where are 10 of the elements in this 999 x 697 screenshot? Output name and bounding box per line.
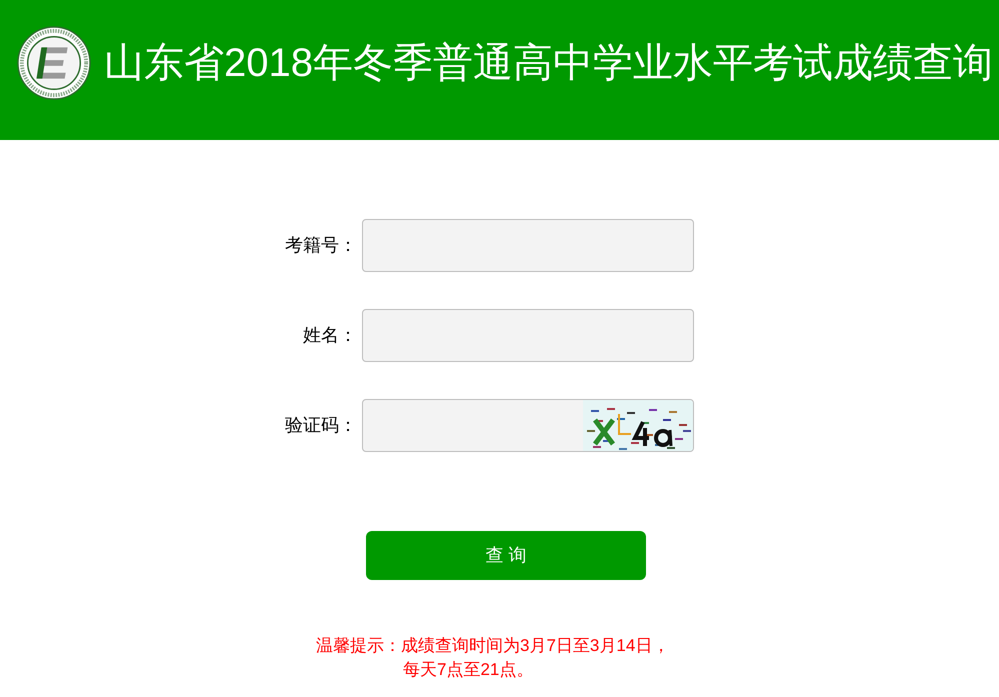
- page-title: 山东省2018年冬季普通高中学业水平考试成绩查询: [104, 43, 993, 83]
- query-button[interactable]: 查 询: [366, 531, 646, 580]
- captcha-input-field[interactable]: [362, 399, 694, 452]
- field-label: 姓名：: [303, 324, 357, 347]
- captcha-image[interactable]: [583, 400, 693, 451]
- text-input-field[interactable]: [362, 309, 694, 362]
- text-input-field[interactable]: [362, 219, 694, 272]
- field-label: 验证码：: [285, 414, 357, 437]
- notice-text: 温馨提示：成绩查询时间为3月7日至3月14日， 每天7点至21点。: [316, 635, 670, 681]
- field-label: 考籍号：: [285, 234, 357, 257]
